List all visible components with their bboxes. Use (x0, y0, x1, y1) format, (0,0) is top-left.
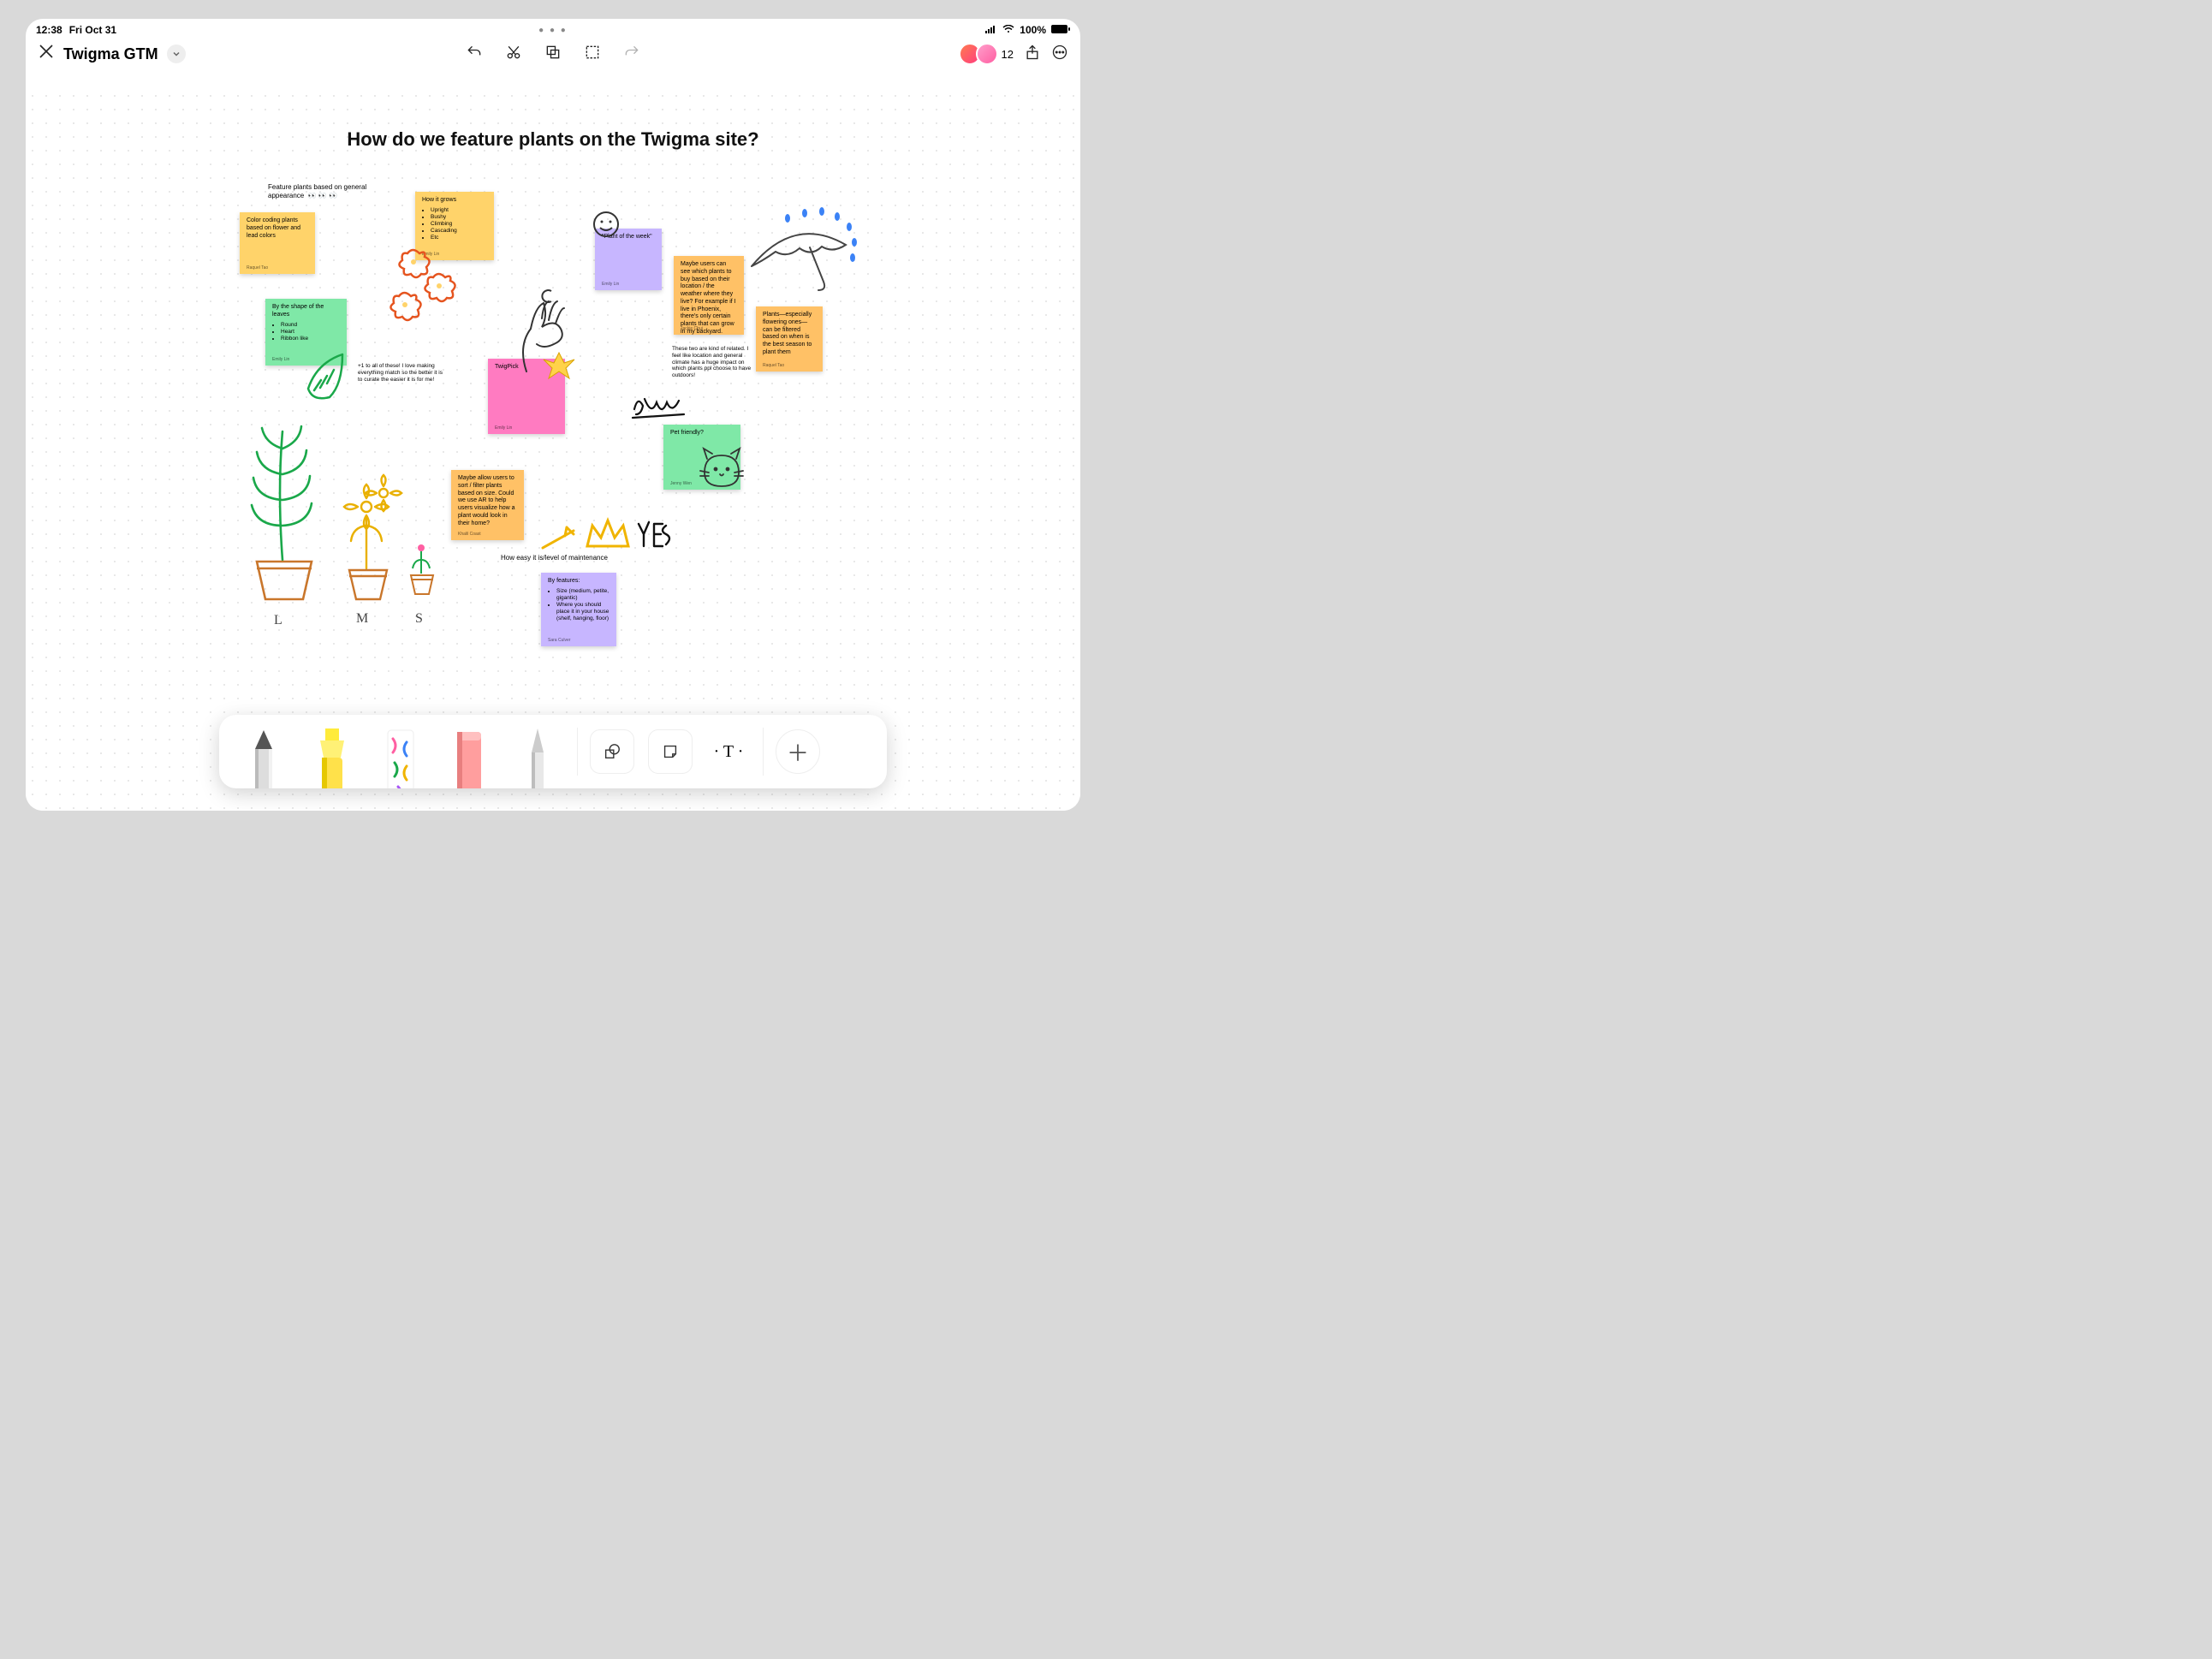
doc-menu-chevron[interactable] (167, 45, 186, 63)
multitask-dots-icon[interactable]: ● ● ● (538, 26, 568, 35)
canvas-text[interactable]: How easy it is/level of maintenance (501, 554, 608, 562)
status-bar: 12:38 Fri Oct 31 ● ● ● 100% (26, 19, 1080, 38)
redo-button[interactable] (623, 44, 640, 65)
avatar[interactable] (976, 43, 998, 65)
sticky-list: Size (medium, petite, gigantic) Where yo… (556, 588, 609, 623)
sticky-author: Emily Lin (422, 252, 439, 257)
copy-button[interactable] (544, 44, 562, 65)
canvas-title: How do we feature plants on the Twigma s… (26, 128, 1080, 151)
sticky-author: Raquel Tao (763, 363, 784, 368)
add-button[interactable]: ＋ (776, 729, 820, 774)
sticky-note[interactable]: By the shape of the leaves Round Heart R… (265, 299, 347, 366)
hand-label-L: L (274, 613, 282, 628)
umbrella-doodle (734, 206, 863, 309)
share-button[interactable] (1024, 44, 1041, 65)
wifi-icon (1002, 24, 1014, 36)
curve-doodle (539, 288, 556, 305)
sticky-note[interactable]: By features: Size (medium, petite, gigan… (541, 573, 616, 646)
cellular-icon (985, 24, 997, 36)
pencil-tool[interactable] (229, 715, 298, 788)
sticky-list: Upright Bushy Climbing Cascading Etc (431, 207, 487, 242)
more-button[interactable] (1051, 44, 1068, 65)
toolbar-divider (763, 728, 764, 776)
sticky-author: Khalil Coast (458, 532, 481, 537)
sticky-note[interactable]: How it grows Upright Bushy Climbing Casc… (415, 192, 494, 260)
battery-pct: 100% (1020, 24, 1046, 36)
toolbar-divider (577, 728, 578, 776)
sticky-author: Sara Culver (548, 638, 570, 643)
status-date: Fri Oct 31 (69, 24, 116, 36)
sticky-note-button[interactable] (648, 729, 693, 774)
washi-tape-tool[interactable] (366, 715, 435, 788)
hand-label-M: M (356, 611, 368, 627)
sticky-note[interactable]: TwigPick Emily Lin (488, 359, 565, 434)
sticky-author: Emily Lin (495, 425, 512, 431)
cutter-tool[interactable] (503, 715, 572, 788)
device-frame: 12:38 Fri Oct 31 ● ● ● 100% Twigma GTM (26, 19, 1080, 811)
sticky-author: Jackie Chui (681, 326, 703, 331)
sticky-note[interactable]: Plants—especially flowering ones—can be … (756, 306, 823, 372)
sticky-note[interactable]: Color coding plants based on flower and … (240, 212, 315, 274)
canvas-text[interactable]: These two are kind of related. I feel li… (672, 346, 758, 379)
sticky-note[interactable]: Pet friendly? Jenny Wen (663, 425, 740, 490)
sticky-author: Emily Lin (602, 282, 619, 287)
canvas-text[interactable]: +1 to all of these! I love making everyt… (358, 363, 443, 383)
sticky-note[interactable]: Maybe allow users to sort / filter plant… (451, 470, 524, 540)
love-script (629, 392, 698, 426)
sticky-author: Jenny Wen (670, 481, 692, 486)
battery-icon (1051, 24, 1070, 36)
eraser-tool[interactable] (435, 715, 503, 788)
select-button[interactable] (584, 44, 601, 65)
shapes-button[interactable] (590, 729, 634, 774)
sticky-author: Emily Lin (272, 357, 289, 362)
status-time: 12:38 (36, 24, 62, 36)
drawing-toolbar: · T · ＋ (219, 715, 887, 788)
highlighter-tool[interactable] (298, 715, 366, 788)
eyes-emoji: 👀 👀 👀 (308, 192, 337, 199)
document-title[interactable]: Twigma GTM (63, 45, 158, 63)
hand-label-S: S (415, 611, 423, 627)
undo-button[interactable] (466, 44, 483, 65)
close-button[interactable] (38, 43, 55, 65)
sticky-author: Raquel Tao (247, 265, 268, 271)
collaborator-avatars[interactable]: 12 (964, 43, 1014, 65)
app-bar: Twigma GTM 12 (26, 38, 1080, 72)
sticky-note[interactable]: Maybe users can see which plants to buy … (674, 256, 744, 335)
cut-button[interactable] (505, 44, 522, 65)
canvas-text[interactable]: Feature plants based on general appearan… (268, 183, 379, 199)
canvas[interactable]: How do we feature plants on the Twigma s… (26, 89, 1080, 811)
text-button[interactable]: · T · (706, 729, 751, 774)
collaborator-count: 12 (1002, 48, 1014, 61)
potted-plants-doodle (223, 397, 462, 620)
sticky-list: Round Heart Ribbon like (281, 322, 340, 342)
sticky-note[interactable]: "Plant of the week" Emily Lin (595, 229, 662, 290)
